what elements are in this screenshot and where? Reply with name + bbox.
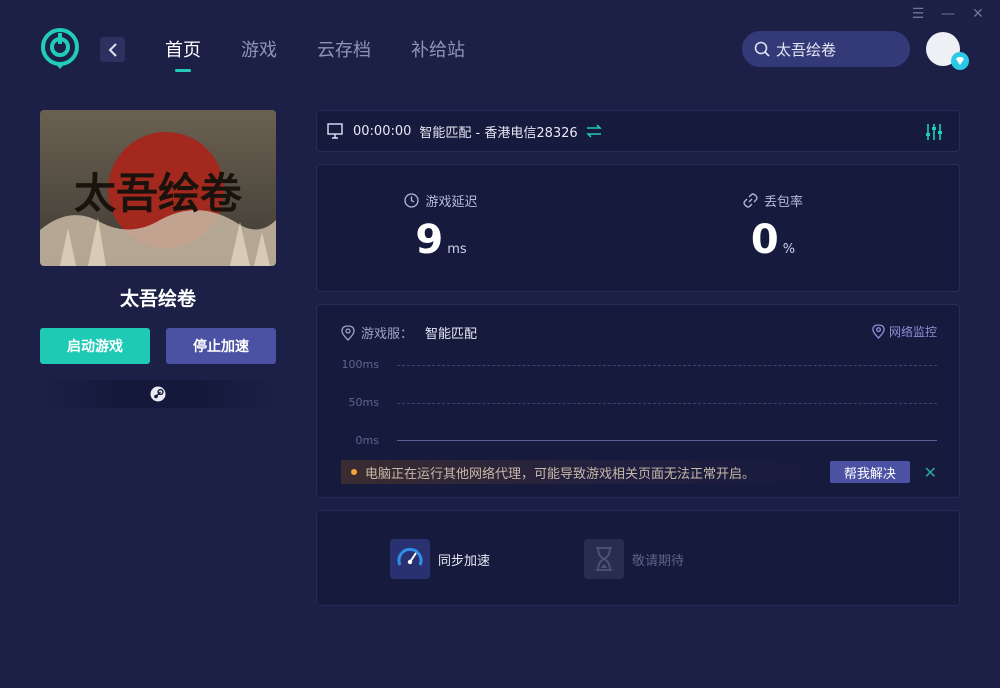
coming-soon-label: 敬请期待: [632, 553, 685, 569]
packet-loss-unit: %: [782, 242, 796, 257]
search-box[interactable]: [742, 31, 910, 67]
y-tick-0: 0ms: [355, 434, 379, 447]
cover-title-art: 太吾绘卷: [74, 169, 243, 218]
settings-sliders-icon[interactable]: [925, 123, 943, 141]
warning-dot-icon: [351, 469, 357, 475]
stats-panel: 游戏延迟 9 ms 丢包率 0 %: [316, 164, 960, 292]
tab-cloud-save[interactable]: 云存档: [317, 36, 371, 72]
network-monitor-link[interactable]: 网络监控: [872, 323, 937, 340]
steam-icon[interactable]: [150, 386, 166, 402]
switch-node-icon[interactable]: [585, 124, 602, 138]
location-pin-icon: [341, 324, 355, 341]
warning-text: 电脑正在运行其他网络代理，可能导致游戏相关页面无法正常开启。: [365, 466, 756, 482]
gridline-100: [397, 365, 937, 366]
game-cover-image[interactable]: 太吾绘卷: [40, 110, 276, 266]
packet-loss-stat: 丢包率 0 %: [683, 191, 863, 262]
back-button[interactable]: [100, 37, 125, 62]
gridline-50: [397, 403, 937, 404]
location-pin-icon: [872, 324, 885, 339]
main-nav: 首页 游戏 云存档 补给站: [165, 36, 465, 72]
y-tick-100: 100ms: [341, 358, 379, 371]
game-title: 太吾绘卷: [119, 288, 196, 310]
platform-bar: [40, 380, 276, 408]
coming-soon-tool: 敬请期待: [584, 539, 684, 579]
hourglass-icon: [584, 539, 624, 579]
search-icon: [754, 41, 770, 57]
latency-value: 9: [415, 217, 444, 263]
latency-unit: ms: [447, 242, 467, 257]
latency-label: 游戏延迟: [425, 195, 478, 210]
chart-baseline: [397, 440, 937, 441]
packet-loss-value: 0: [750, 217, 779, 263]
server-label: 游戏服：: [361, 327, 414, 342]
y-tick-50: 50ms: [348, 396, 379, 409]
speedometer-icon: [390, 539, 430, 579]
sync-acceleration-tool[interactable]: 同步加速: [390, 539, 490, 579]
stop-acceleration-button[interactable]: 停止加速: [166, 328, 276, 364]
sync-acceleration-label: 同步加速: [438, 553, 491, 569]
search-input[interactable]: [776, 40, 896, 58]
dismiss-warning-icon[interactable]: ✕: [924, 463, 937, 482]
app-logo: [41, 28, 79, 69]
warning-row: 电脑正在运行其他网络代理，可能导致游戏相关页面无法正常开启。 帮我解决 ✕: [341, 460, 937, 484]
minimize-icon[interactable]: —: [940, 6, 956, 22]
diamond-icon: [951, 52, 969, 70]
route-info: 00:00:00 智能匹配 - 香港电信28326: [327, 122, 602, 141]
window-controls: ☰ — ✕: [910, 6, 986, 22]
network-monitor-label: 网络监控: [888, 325, 937, 339]
start-game-button[interactable]: 启动游戏: [40, 328, 150, 364]
tab-games[interactable]: 游戏: [241, 36, 277, 72]
route-panel: 00:00:00 智能匹配 - 香港电信28326: [316, 110, 960, 152]
close-icon[interactable]: ✕: [970, 6, 986, 22]
network-chart-panel: 游戏服： 智能匹配 网络监控 100ms 50ms 0ms 电脑正在运行其他网络…: [316, 304, 960, 498]
help-fix-button[interactable]: 帮我解决: [830, 461, 910, 483]
clock-icon: [404, 193, 420, 208]
server-value: 智能匹配: [425, 327, 478, 342]
broken-link-icon: [743, 193, 758, 208]
tab-home[interactable]: 首页: [165, 36, 201, 72]
route-node: 智能匹配 - 香港电信28326: [419, 125, 578, 141]
server-line: 游戏服： 智能匹配: [341, 323, 477, 342]
latency-stat: 游戏延迟 9 ms: [351, 191, 531, 262]
route-timer: 00:00:00: [353, 123, 412, 139]
monitor-icon: [327, 123, 343, 139]
chevron-left-icon: [108, 42, 117, 57]
warning-message: 电脑正在运行其他网络代理，可能导致游戏相关页面无法正常开启。: [341, 460, 825, 484]
menu-icon[interactable]: ☰: [910, 6, 926, 22]
tools-panel: 同步加速 敬请期待: [316, 510, 960, 606]
packet-loss-label: 丢包率: [763, 195, 803, 210]
tab-supply-station[interactable]: 补给站: [411, 36, 465, 72]
